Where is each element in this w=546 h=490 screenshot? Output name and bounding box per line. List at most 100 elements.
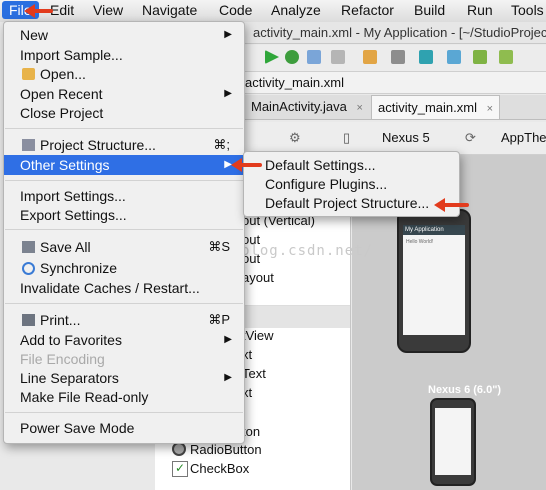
menu-item-synchronize[interactable]: Synchronize — [4, 258, 244, 278]
phone-preview-nexus6[interactable] — [430, 398, 476, 486]
menu-item-label: Default Settings... — [265, 157, 376, 173]
sync-icon — [22, 262, 35, 275]
menu-refactor[interactable]: Refactor — [341, 2, 394, 18]
menu-item-file-encoding: File Encoding — [4, 349, 244, 369]
save-icon — [22, 241, 35, 253]
project-structure-toolbar-icon[interactable] — [363, 50, 377, 64]
other-settings-submenu: Default Settings... Configure Plugins...… — [243, 151, 460, 217]
menu-item-label: Default Project Structure... — [265, 195, 430, 211]
menu-item-default-project-structure[interactable]: Default Project Structure... — [244, 193, 459, 213]
palette-item[interactable]: ayout — [242, 270, 274, 285]
run-icon[interactable] — [265, 50, 279, 64]
android-icon[interactable] — [499, 50, 513, 64]
menu-item-label: Print... — [40, 312, 81, 328]
menu-item-import-sample[interactable]: Import Sample... — [4, 45, 244, 65]
menu-navigate[interactable]: Navigate — [142, 2, 197, 18]
menu-item-label: Line Separators — [20, 370, 119, 386]
device-frame-icon[interactable]: ▯ — [343, 130, 350, 146]
menu-item-line-separators[interactable]: Line Separators ▶ — [4, 368, 244, 388]
annotation-arrow — [231, 158, 262, 172]
android-device-monitor-icon[interactable] — [473, 50, 487, 64]
annotation-arrow — [434, 198, 469, 212]
menu-item-label: Import Sample... — [20, 47, 123, 63]
menu-edit[interactable]: Edit — [50, 2, 74, 18]
menu-item-print[interactable]: Print... ⌘P — [4, 310, 244, 330]
close-icon[interactable]: × — [356, 102, 362, 114]
menu-separator — [5, 128, 243, 129]
menu-separator — [5, 229, 243, 230]
gear-icon[interactable]: ⚙ — [289, 130, 301, 146]
menubar: File Edit View Navigate Code Analyze Ref… — [0, 0, 546, 23]
printer-icon — [22, 314, 35, 326]
menu-item-add-to-favorites[interactable]: Add to Favorites ▶ — [4, 330, 244, 350]
menu-item-label: Close Project — [20, 105, 104, 121]
menu-item-import-settings[interactable]: Import Settings... — [4, 186, 244, 206]
tab-activity-main[interactable]: activity_main.xml × — [371, 95, 501, 119]
menu-item-close-project[interactable]: Close Project — [4, 103, 244, 123]
window-title: activity_main.xml - My Application - [~/… — [243, 22, 546, 44]
menu-item-open-recent[interactable]: Open Recent ▶ — [4, 84, 244, 104]
orientation-icon[interactable]: ⟳ — [465, 130, 476, 146]
phone-preview-nexus5[interactable]: My Application Hello World! — [397, 209, 471, 353]
breadcrumb: activity_main.xml — [243, 72, 546, 94]
phone-app-bar: My Application — [403, 225, 465, 235]
menu-item-open[interactable]: Open... — [4, 64, 244, 84]
theme-selector[interactable]: AppTheme — [501, 130, 546, 145]
menu-item-invalidate-caches[interactable]: Invalidate Caches / Restart... — [4, 278, 244, 298]
menu-view[interactable]: View — [93, 2, 123, 18]
tab-label: MainActivity.java — [251, 99, 347, 114]
menu-item-power-save-mode[interactable]: Power Save Mode — [4, 418, 244, 438]
menu-item-label: Make File Read-only — [20, 389, 149, 405]
avd-manager-icon[interactable] — [447, 50, 461, 64]
submenu-arrow-icon: ▶ — [224, 88, 232, 99]
menu-item-export-settings[interactable]: Export Settings... — [4, 205, 244, 225]
device-label: Nexus 6 (6.0") — [428, 384, 502, 396]
menu-item-label: Open Recent — [20, 86, 103, 102]
menu-item-new[interactable]: New ▶ — [4, 25, 244, 45]
palette-item[interactable]: tView — [242, 328, 274, 343]
menu-item-label: Power Save Mode — [20, 420, 135, 436]
submenu-arrow-icon: ▶ — [224, 29, 232, 40]
project-structure-icon — [22, 139, 35, 151]
menu-analyze[interactable]: Analyze — [271, 2, 321, 18]
phone-screen — [435, 408, 471, 475]
palette-item[interactable]: Text — [242, 366, 266, 381]
device-selector[interactable]: Nexus 5 — [382, 130, 430, 145]
tab-mainactivity[interactable]: MainActivity.java × — [245, 95, 369, 119]
palette-item[interactable]: CheckBox — [190, 461, 249, 476]
menu-item-label: Synchronize — [40, 260, 118, 276]
menu-code[interactable]: Code — [219, 2, 252, 18]
attach-debugger-icon[interactable] — [307, 50, 321, 64]
menu-separator — [5, 412, 243, 413]
menu-item-configure-plugins[interactable]: Configure Plugins... — [244, 174, 459, 194]
menu-build[interactable]: Build — [414, 2, 445, 18]
menu-item-label: File Encoding — [20, 351, 105, 367]
submenu-arrow-icon: ▶ — [224, 334, 232, 345]
menu-item-save-all[interactable]: Save All ⌘S — [4, 237, 244, 257]
menu-shortcut: ⌘P — [208, 312, 230, 327]
submenu-arrow-icon: ▶ — [224, 372, 232, 383]
menu-item-project-structure[interactable]: Project Structure... ⌘; — [4, 135, 244, 155]
breadcrumb-current[interactable]: activity_main.xml — [245, 75, 344, 90]
menu-item-label: Other Settings — [20, 157, 110, 173]
menu-tools[interactable]: Tools — [511, 2, 544, 18]
menu-item-other-settings[interactable]: Other Settings ▶ — [4, 155, 244, 175]
sdk-manager-icon[interactable] — [391, 50, 405, 64]
menu-run[interactable]: Run — [467, 2, 493, 18]
tab-label: activity_main.xml — [378, 100, 477, 115]
menu-separator — [5, 180, 243, 181]
sync-gradle-icon[interactable] — [419, 50, 433, 64]
debug-icon[interactable] — [285, 50, 299, 64]
menu-item-make-read-only[interactable]: Make File Read-only — [4, 387, 244, 407]
palette-item[interactable]: RadioButton — [190, 442, 262, 457]
file-menu: New ▶ Import Sample... Open... Open Rece… — [3, 21, 245, 444]
menu-item-label: Save All — [40, 239, 91, 255]
stop-icon[interactable] — [331, 50, 345, 64]
menu-item-default-settings[interactable]: Default Settings... — [244, 155, 459, 175]
menu-shortcut: ⌘S — [208, 239, 230, 254]
menu-item-label: Export Settings... — [20, 207, 127, 223]
close-icon[interactable]: × — [487, 103, 493, 115]
phone-screen: My Application Hello World! — [403, 225, 465, 335]
menu-item-label: Open... — [40, 66, 86, 82]
menu-separator — [5, 303, 243, 304]
